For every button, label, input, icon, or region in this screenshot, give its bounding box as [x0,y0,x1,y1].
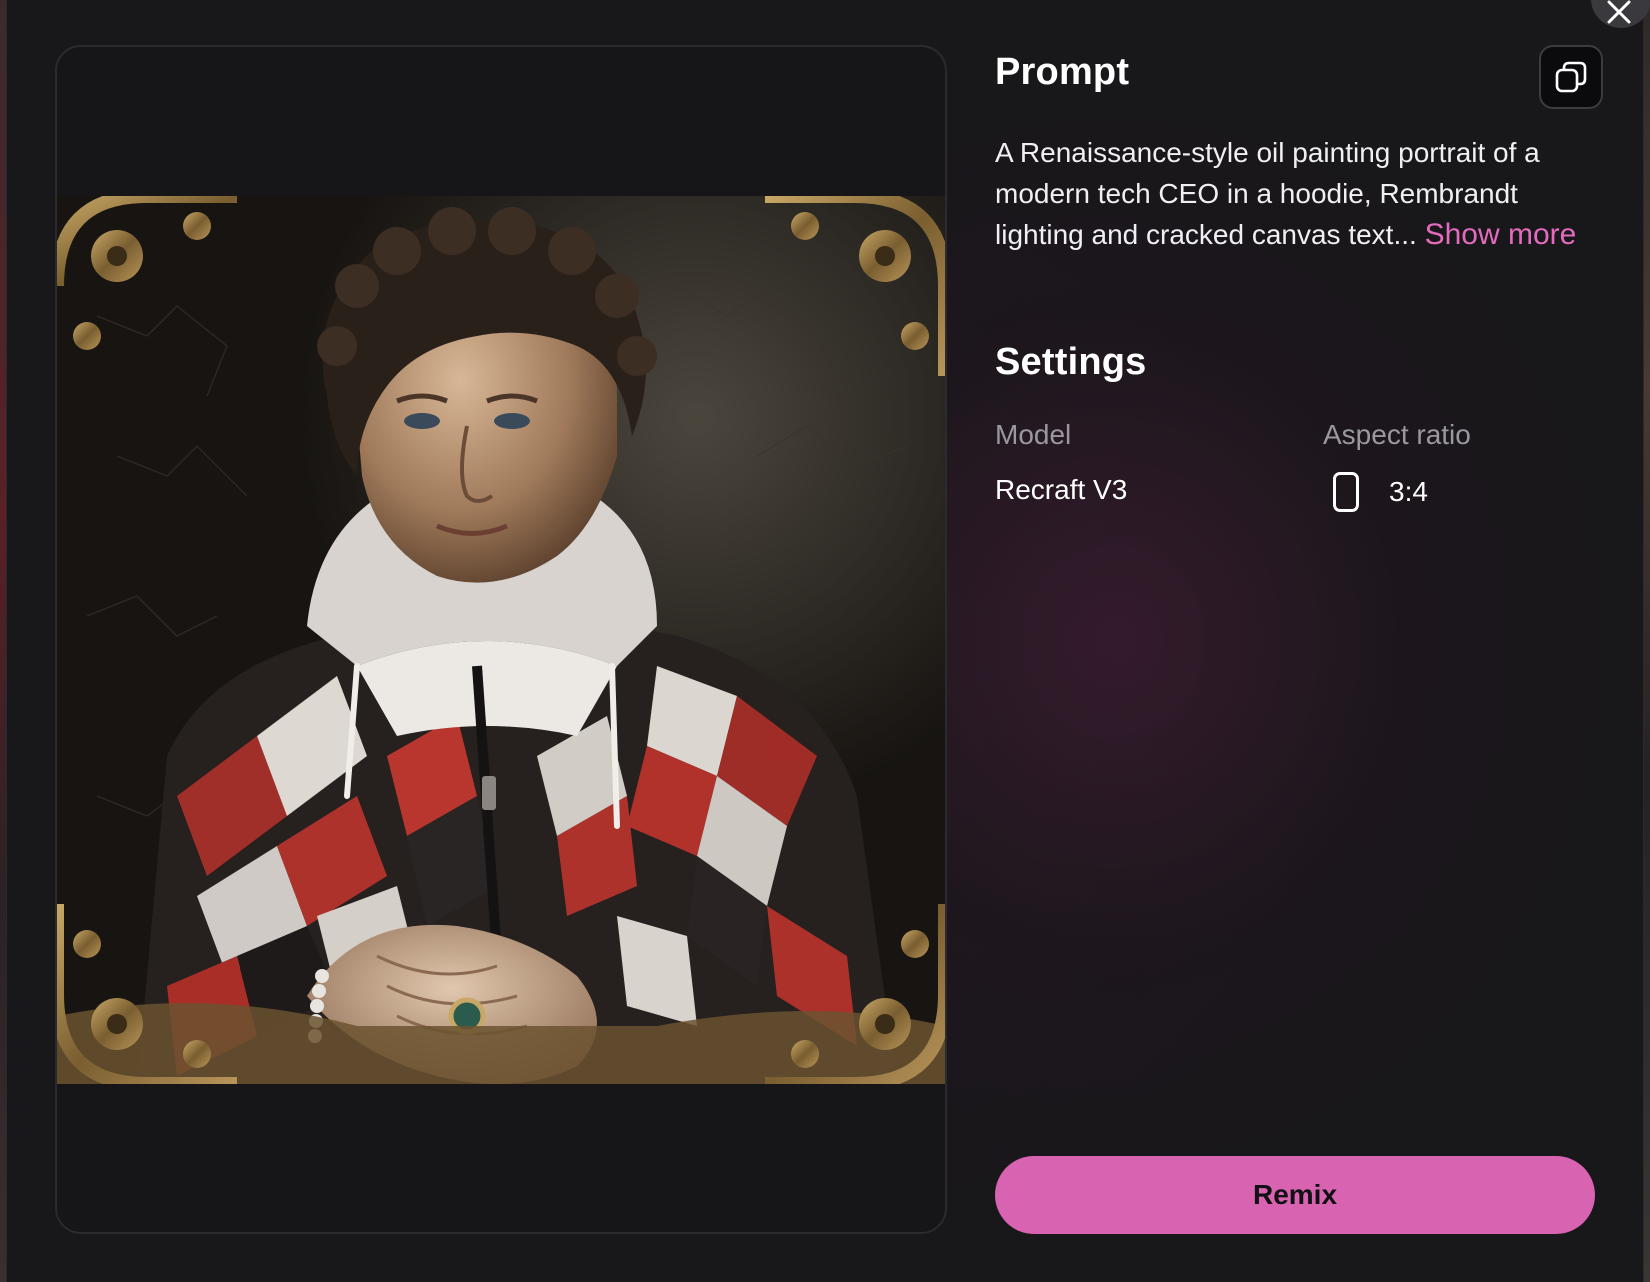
aspect-ratio-label: Aspect ratio [1323,419,1471,450]
model-label: Model [995,419,1072,450]
model-value: Recraft V3 [995,474,1128,505]
image-detail-modal: Prompt A Renaissance-style oil painting … [6,0,1650,1282]
portrait-ratio-icon [1333,472,1359,512]
close-icon [1607,0,1631,24]
details-panel: Prompt A Renaissance-style oil painting … [995,45,1603,1234]
show-more-link[interactable]: Show more [1425,218,1577,251]
remix-button[interactable]: Remix [995,1156,1595,1234]
copy-prompt-button[interactable] [1539,45,1603,109]
close-button[interactable] [1591,0,1650,28]
aspect-ratio-value: 3:4 [1333,472,1428,512]
background-gallery-edge-right [1644,0,1650,1282]
prompt-text-block: A Renaissance-style oil painting portrai… [995,132,1595,255]
image-preview-card [55,45,947,1234]
settings-heading: Settings [995,341,1147,383]
generated-artwork-image[interactable] [57,196,945,1084]
prompt-heading: Prompt [995,51,1130,93]
aspect-ratio-text: 3:4 [1389,476,1428,507]
copy-icon [1555,61,1587,93]
